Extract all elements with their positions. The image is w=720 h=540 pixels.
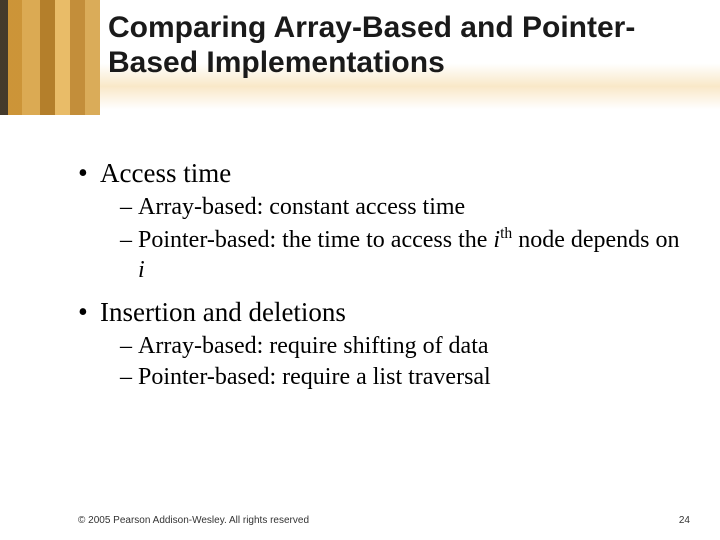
copyright-text: © 2005 Pearson Addison-Wesley. All right… (78, 515, 309, 526)
dash-icon: – (120, 193, 138, 222)
slide-content: • Access time – Array-based: constant ac… (78, 158, 680, 394)
header-decor-left (0, 0, 100, 115)
sub-bullet-item: – Pointer-based: the time to access the … (120, 224, 680, 285)
dash-icon: – (120, 332, 138, 361)
page-number: 24 (679, 515, 690, 526)
sub-bullet-item: – Array-based: require shifting of data (120, 332, 680, 361)
sub-bullet-text: Array-based: constant access time (138, 193, 680, 222)
bullet-text: Access time (100, 158, 231, 189)
sub-bullet-text: Pointer-based: the time to access the it… (138, 224, 680, 285)
slide-footer: © 2005 Pearson Addison-Wesley. All right… (78, 515, 690, 526)
dash-icon: – (120, 226, 138, 255)
bullet-item: • Access time (78, 158, 680, 189)
bullet-text: Insertion and deletions (100, 297, 346, 328)
bullet-dot-icon: • (78, 160, 100, 188)
sub-bullet-item: – Pointer-based: require a list traversa… (120, 363, 680, 392)
dash-icon: – (120, 363, 138, 392)
bullet-dot-icon: • (78, 299, 100, 327)
sub-bullet-text: Pointer-based: require a list traversal (138, 363, 680, 392)
slide-title: Comparing Array-Based and Pointer-Based … (108, 10, 690, 81)
bullet-item: • Insertion and deletions (78, 297, 680, 328)
sub-bullet-item: – Array-based: constant access time (120, 193, 680, 222)
sub-bullet-text: Array-based: require shifting of data (138, 332, 680, 361)
